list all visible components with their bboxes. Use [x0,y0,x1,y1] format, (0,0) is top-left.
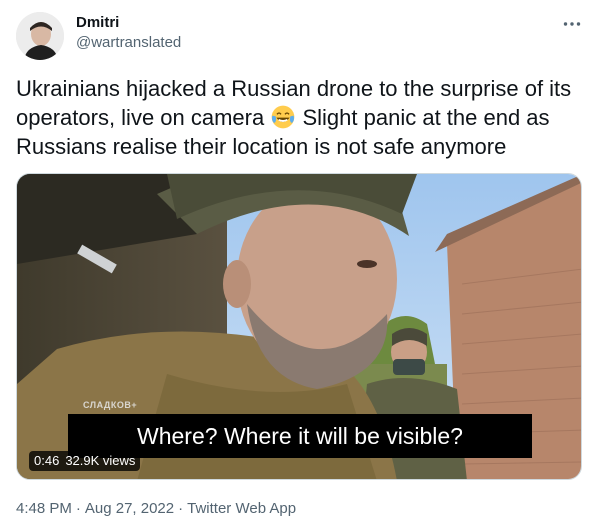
face-with-tears-of-joy-emoji [272,105,295,129]
avatar[interactable] [16,12,64,60]
tweet-author[interactable]: Dmitri @wartranslated [76,13,181,53]
avatar-image [16,12,64,60]
separator: · [178,500,184,517]
separator: · [75,500,81,517]
more-horizontal-icon [563,22,581,26]
video-player[interactable]: СЛАДКОВ+ Where? Where it will be visible… [16,173,582,480]
tweet-time[interactable]: 4:48 PM [16,499,72,519]
video-meta-badge: 0:46 32.9K views [29,451,141,471]
video-view-count: 32.9K views [65,453,136,468]
tweet-date[interactable]: Aug 27, 2022 [85,499,174,519]
tweet-source[interactable]: Twitter Web App [187,499,296,519]
video-duration: 0:46 [34,453,60,468]
author-handle[interactable]: @wartranslated [76,33,181,53]
video-watermark: СЛАДКОВ+ [83,400,138,410]
author-display-name[interactable]: Dmitri [76,13,181,33]
tweet-text: Ukrainians hijacked a Russian drone to t… [16,74,586,161]
more-options-button[interactable] [560,14,584,34]
tweet-timestamp-row: 4:48 PM · Aug 27, 2022 · Twitter Web App [16,499,296,519]
